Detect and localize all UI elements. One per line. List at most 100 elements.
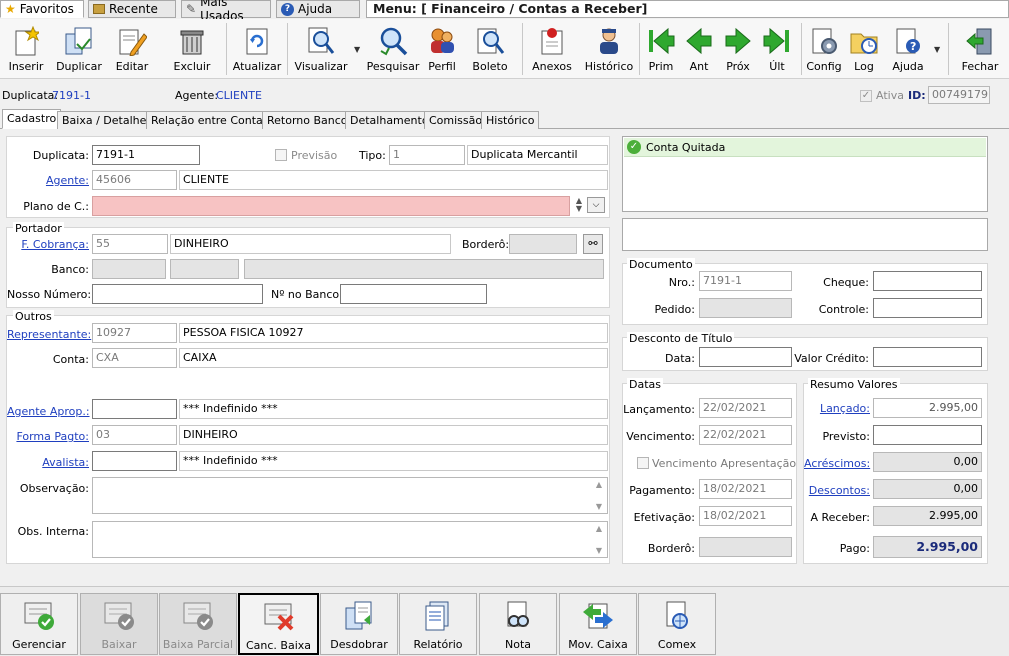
tab-comissao[interactable]: Comissão [424, 111, 488, 129]
ajuda-dropdown-arrow-icon[interactable]: ▼ [934, 45, 940, 54]
prim-button[interactable]: Prim [644, 19, 678, 79]
agente-name-field: CLIENTE [179, 170, 608, 190]
duplicata-field[interactable]: 7191-1 [92, 145, 200, 165]
pagamento-field[interactable]: 18/02/2021 [699, 479, 792, 499]
detail-tabs: Cadastro Baixa / Detalhes Relação entre … [0, 109, 1009, 129]
tab-relacao-contas[interactable]: Relação entre Contas [146, 111, 274, 129]
atualizar-button[interactable]: Atualizar [232, 19, 282, 79]
cobranca-code-field[interactable]: 55 [92, 234, 168, 254]
nosso-numero-field[interactable] [92, 284, 263, 304]
ativa-checkbox[interactable]: ✓ [860, 90, 872, 102]
documento-legend: Documento [627, 258, 695, 271]
tab-cadastro[interactable]: Cadastro [2, 109, 62, 129]
config-button[interactable]: Config [806, 19, 842, 79]
excluir-button[interactable]: Excluir [170, 19, 214, 79]
canc-baixa-button[interactable]: Canc. Baixa [238, 593, 319, 655]
plano-spinner-icon[interactable]: ▲ ▼ [573, 197, 585, 215]
vencimento-apresentacao-checkbox[interactable] [637, 457, 649, 469]
lancamento-field[interactable]: 22/02/2021 [699, 398, 792, 418]
log-button[interactable]: Log [846, 19, 882, 79]
visualizar-dropdown-arrow-icon[interactable]: ▼ [354, 45, 360, 54]
editar-button[interactable]: Editar [110, 19, 154, 79]
pesquisar-button[interactable]: Pesquisar [367, 19, 419, 79]
toolbar-separator [639, 23, 640, 75]
gerenciar-button[interactable]: Gerenciar [0, 593, 78, 655]
tab-recente[interactable]: Recente [88, 0, 176, 18]
visualizar-button[interactable]: Visualizar [294, 19, 348, 79]
desconto-titulo-panel: Desconto de Título Data: Valor Crédito: [622, 332, 988, 371]
ajuda-button[interactable]: ? Ajuda [888, 19, 928, 79]
tab-mais-usados[interactable]: ✎ Mais Usados [181, 0, 271, 23]
lancado-link[interactable]: Lançado: [804, 402, 870, 415]
tipo-code-field[interactable]: 1 [389, 145, 465, 165]
plano-contas-field[interactable] [92, 196, 570, 216]
acrescimos-link[interactable]: Acréscimos: [804, 457, 870, 470]
representante-link[interactable]: Representante: [7, 328, 91, 341]
forma-pagto-link[interactable]: Forma Pagto: [7, 430, 89, 443]
agente-aprop-link[interactable]: Agente Aprop.: [7, 405, 90, 418]
vencimento-field[interactable]: 22/02/2021 [699, 425, 792, 445]
controle-label: Controle: [818, 303, 869, 316]
obs-interna-scrollbar[interactable]: ▲ ▼ [593, 524, 605, 555]
search-icon [377, 25, 409, 57]
observacao-textarea[interactable]: ▲ ▼ [92, 477, 608, 514]
agente-link[interactable]: Agente: [7, 174, 89, 187]
nro-field[interactable]: 7191-1 [699, 271, 792, 291]
observacao-scrollbar[interactable]: ▲ ▼ [593, 480, 605, 511]
previsao-checkbox[interactable] [275, 149, 287, 161]
baixa-parcial-button[interactable]: Baixa Parcial [159, 593, 237, 655]
historico-button[interactable]: Histórico [584, 19, 634, 79]
banco-agencia-field[interactable] [170, 259, 239, 279]
baixar-button[interactable]: Baixar [80, 593, 158, 655]
avalista-link[interactable]: Avalista: [7, 456, 89, 469]
prox-button[interactable]: Próx [722, 19, 754, 79]
representante-code-field[interactable]: 10927 [92, 323, 177, 343]
mov-caixa-button[interactable]: Mov. Caixa [559, 593, 637, 655]
conta-code-field[interactable]: CXA [92, 348, 177, 368]
nota-button[interactable]: Nota [479, 593, 557, 655]
relatorio-button[interactable]: Relatório [399, 593, 477, 655]
recent-icon [93, 4, 105, 14]
cheque-field[interactable] [873, 271, 982, 291]
efetivacao-field[interactable]: 18/02/2021 [699, 506, 792, 526]
inserir-button[interactable]: Inserir [4, 19, 48, 79]
anexos-button[interactable]: Anexos [530, 19, 574, 79]
agente-code-field[interactable]: 45606 [92, 170, 177, 190]
agente-aprop-code-field[interactable] [92, 399, 177, 419]
obs-interna-textarea[interactable]: ▲ ▼ [92, 521, 608, 558]
duplicar-button[interactable]: Duplicar [55, 19, 103, 79]
tab-ajuda[interactable]: ? Ajuda [276, 0, 360, 18]
boleto-button[interactable]: Boleto [470, 19, 510, 79]
baixar-label: Baixar [101, 638, 137, 651]
no-banco-field[interactable] [340, 284, 487, 304]
banco-code-field[interactable] [92, 259, 166, 279]
tab-detalhamento[interactable]: Detalhamento [345, 111, 434, 129]
cobranca-link[interactable]: F. Cobrança: [7, 238, 89, 251]
plano-dropdown-icon[interactable]: ⌵ [587, 197, 605, 213]
fechar-button[interactable]: Fechar [958, 19, 1002, 79]
bordero-field[interactable] [509, 234, 577, 254]
banco-name-field[interactable] [244, 259, 604, 279]
descontos-link[interactable]: Descontos: [804, 484, 870, 497]
previsto-field[interactable] [873, 425, 982, 445]
tab-historico[interactable]: Histórico [481, 111, 540, 129]
visualizar-label: Visualizar [294, 60, 348, 73]
ant-button[interactable]: Ant [684, 19, 714, 79]
desconto-data-field[interactable] [699, 347, 792, 367]
forma-pagto-code-field[interactable]: 03 [92, 425, 177, 445]
ult-button[interactable]: Últ [760, 19, 794, 79]
nota-search-icon [501, 600, 535, 632]
controle-field[interactable] [873, 298, 982, 318]
tab-retorno-banco[interactable]: Retorno Banco [262, 111, 353, 129]
valor-credito-field[interactable] [873, 347, 982, 367]
tab-favoritos[interactable]: ★ Favoritos [0, 0, 84, 18]
avalista-code-field[interactable] [92, 451, 177, 471]
desdobrar-button[interactable]: Desdobrar [320, 593, 398, 655]
status-message-box [622, 218, 988, 251]
perfil-button[interactable]: Perfil [424, 19, 460, 79]
datas-bordero-field[interactable] [699, 537, 792, 557]
comex-button[interactable]: Comex [638, 593, 716, 655]
pedido-field[interactable] [699, 298, 792, 318]
bordero-lookup-icon[interactable]: ⚯ [583, 234, 603, 254]
tab-baixa-detalhes[interactable]: Baixa / Detalhes [57, 111, 158, 129]
